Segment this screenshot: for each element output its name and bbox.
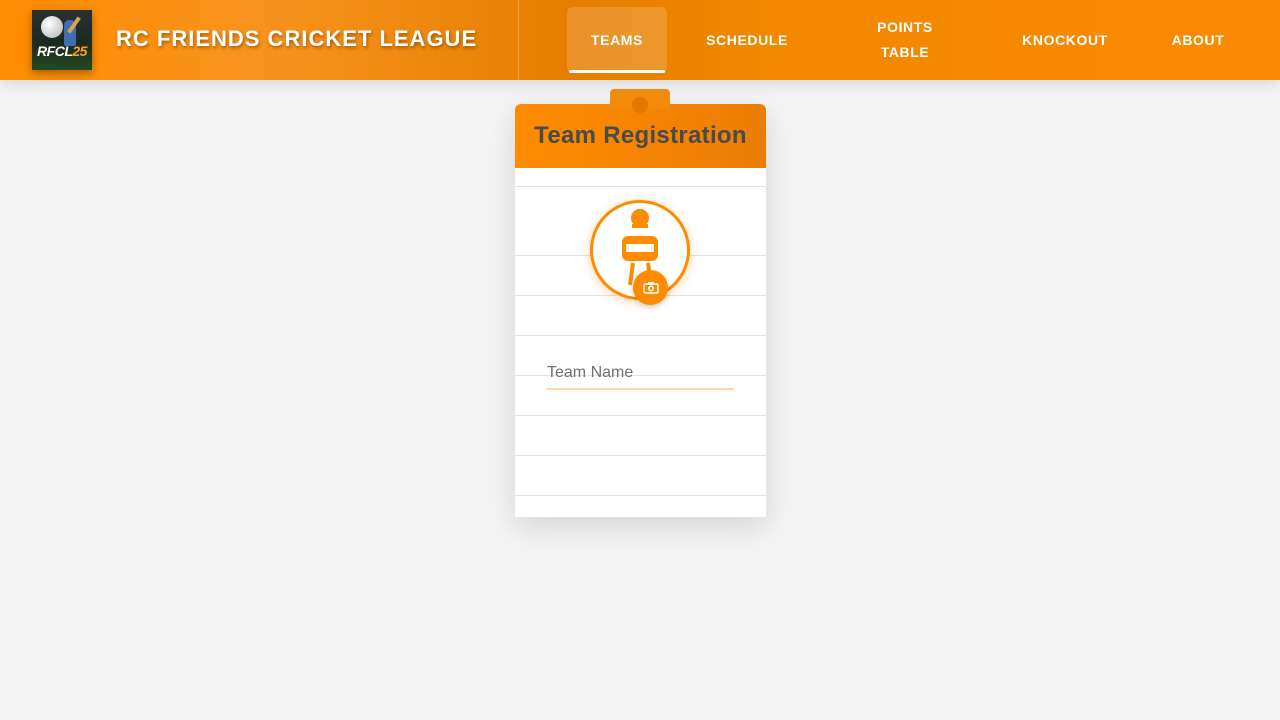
ruled-line: [515, 335, 766, 336]
card-title: Team Registration: [534, 121, 747, 149]
nav-item-schedule[interactable]: SCHEDULE: [692, 7, 802, 73]
team-name-input[interactable]: [547, 358, 734, 390]
league-logo[interactable]: RFCL25: [32, 10, 92, 70]
top-navigation-bar: RFCL25 RC FRIENDS CRICKET LEAGUE TEAMS S…: [0, 0, 1280, 80]
nav-item-about[interactable]: ABOUT: [1160, 7, 1236, 73]
nav-item-teams[interactable]: TEAMS: [567, 7, 667, 73]
site-title: RC FRIENDS CRICKET LEAGUE: [116, 26, 478, 51]
ruled-line: [515, 495, 766, 496]
header-divider: [518, 0, 519, 80]
logo-text: RFCL25: [37, 43, 87, 59]
ruled-line: [515, 455, 766, 456]
camera-icon: [642, 282, 659, 294]
clip-hole: [632, 97, 648, 113]
ruled-line: [515, 415, 766, 416]
clipboard-clip: [610, 89, 670, 113]
nav-item-knockout[interactable]: KNOCKOUT: [1010, 7, 1120, 73]
nav-item-points-table[interactable]: POINTS TABLE: [860, 7, 950, 73]
card-header: Team Registration: [515, 104, 766, 168]
ruled-line: [515, 186, 766, 187]
cricket-ball-icon: [41, 16, 63, 38]
team-registration-card: Team Registration: [515, 104, 766, 517]
upload-photo-button[interactable]: [633, 270, 668, 305]
